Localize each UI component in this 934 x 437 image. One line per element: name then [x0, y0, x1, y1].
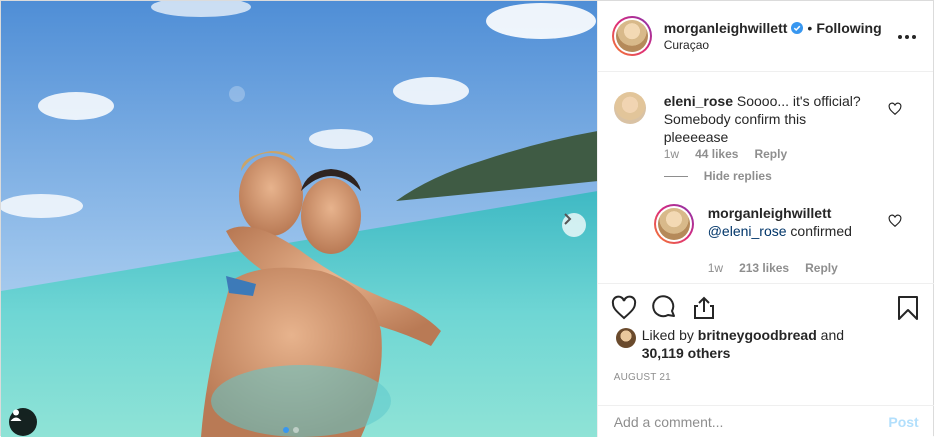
reply-author-avatar[interactable]: [653, 204, 694, 244]
comment-meta: 1w 44 likes Reply: [664, 147, 787, 161]
reply-button[interactable]: Reply: [754, 147, 787, 161]
comment-likes[interactable]: 44 likes: [695, 147, 738, 161]
likes-count[interactable]: 30,119 others: [642, 345, 731, 361]
post-photo[interactable]: [1, 1, 597, 437]
beach-photo: [1, 1, 597, 437]
author-username[interactable]: morganleighwillett: [664, 20, 788, 36]
likes-summary: Liked by britneygoodbread and 30,119 oth…: [615, 326, 845, 362]
carousel-dot: [293, 427, 299, 433]
liker-avatar[interactable]: [615, 328, 636, 348]
more-options-icon[interactable]: [897, 27, 917, 47]
post-sidebar: morganleighwillett • Following Curaçao e…: [596, 1, 934, 437]
post-date[interactable]: AUGUST 21: [614, 372, 671, 383]
liked-by-label: Liked by: [641, 327, 694, 343]
heart-icon[interactable]: [888, 102, 902, 116]
reply-meta: 1w 213 likes Reply: [708, 261, 838, 275]
heart-icon[interactable]: [888, 214, 902, 228]
hide-replies-button[interactable]: Hide replies: [663, 169, 772, 183]
verified-badge-icon: [791, 22, 804, 34]
comments-list: eleni_rose Soooo... it's official? Someb…: [598, 72, 934, 283]
hide-replies-label: Hide replies: [703, 169, 772, 183]
reply-item: morganleighwillett @eleni_rose confirmed: [653, 204, 888, 244]
post-header: morganleighwillett • Following Curaçao: [597, 1, 933, 72]
post-comment-button[interactable]: Post: [888, 414, 918, 430]
liked-by-and: and: [820, 327, 845, 343]
bookmark-icon[interactable]: [894, 294, 922, 322]
next-slide-button[interactable]: [562, 213, 586, 237]
reply-text: confirmed: [790, 223, 852, 239]
comment-age[interactable]: 1w: [664, 147, 679, 161]
comment-item: eleni_rose Soooo... it's official? Someb…: [613, 92, 874, 146]
divider-line: [663, 175, 688, 177]
author-avatar[interactable]: [611, 16, 652, 56]
user-tag-button[interactable]: [9, 408, 37, 436]
following-button[interactable]: Following: [816, 20, 881, 36]
post-location[interactable]: Curaçao: [664, 38, 882, 52]
share-icon[interactable]: [690, 294, 718, 322]
reply-button[interactable]: Reply: [805, 261, 838, 275]
comment-composer: Post: [597, 405, 934, 437]
chevron-right-icon: [564, 213, 572, 225]
user-tag-icon: [10, 409, 22, 421]
commenter-avatar[interactable]: [613, 92, 646, 124]
commenter-username[interactable]: eleni_rose: [664, 93, 733, 109]
reply-likes[interactable]: 213 likes: [739, 261, 789, 275]
reply-age[interactable]: 1w: [708, 261, 723, 275]
comment-input[interactable]: [613, 413, 889, 430]
separator-bullet: •: [807, 20, 813, 36]
reply-mention[interactable]: @eleni_rose: [708, 223, 787, 239]
instagram-post: morganleighwillett • Following Curaçao e…: [0, 0, 934, 437]
comment-icon[interactable]: [650, 294, 678, 322]
liked-by-user[interactable]: britneygoodbread: [698, 327, 817, 343]
carousel-dot-active: [283, 427, 289, 433]
carousel-indicator: [283, 427, 299, 433]
reply-username[interactable]: morganleighwillett: [708, 204, 888, 222]
heart-icon[interactable]: [610, 294, 638, 322]
